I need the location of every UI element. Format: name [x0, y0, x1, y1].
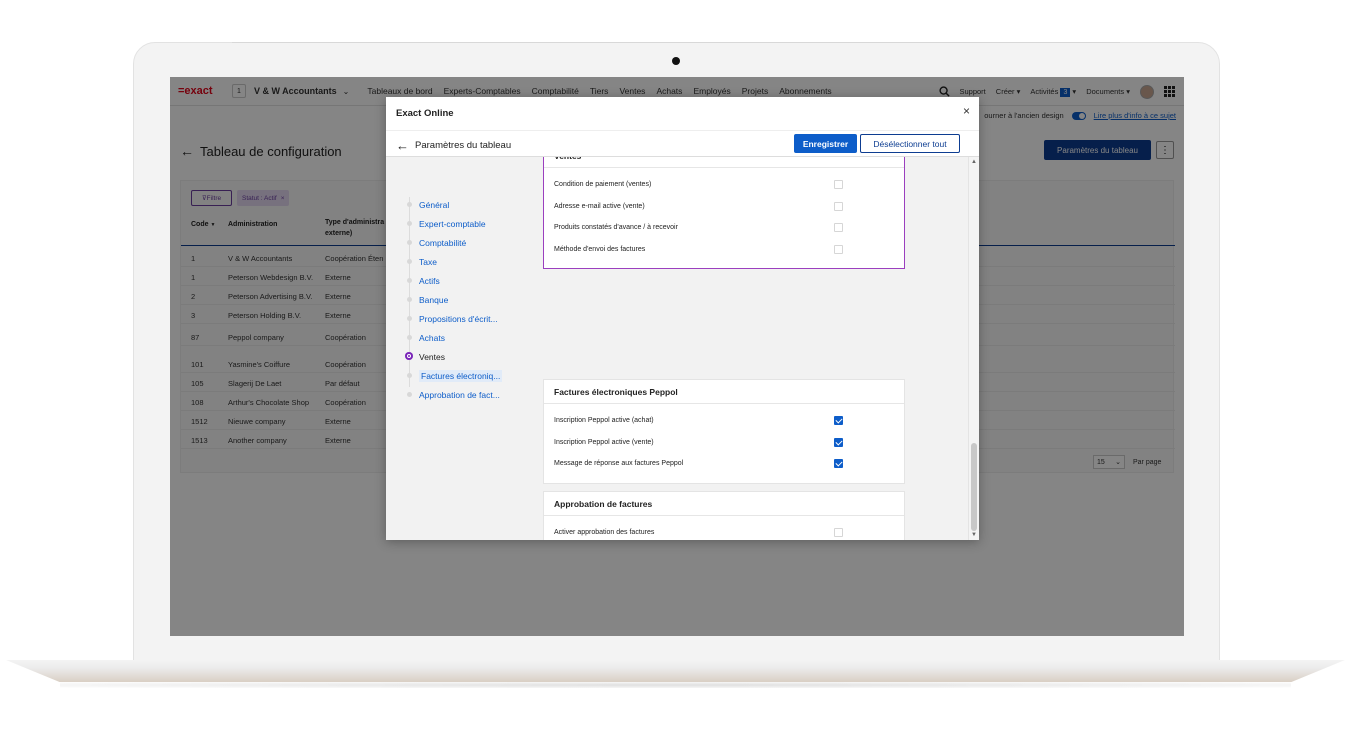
settings-section-card: Ventes Condition de paiement (ventes) Adre… [543, 157, 905, 269]
setting-label: Produits constatés d'avance / à recevoir [554, 224, 678, 232]
section-title: Factures électroniques Peppol [544, 380, 904, 404]
section-title: Ventes [544, 157, 904, 168]
section-nav-label: Factures électroniq... [419, 369, 503, 382]
section-nav-label: Général [419, 199, 450, 210]
setting-row: Activer approbation des factures [544, 522, 904, 540]
laptop-shadow [60, 682, 1291, 688]
modal-subtitle-text: Paramètres du tableau [415, 140, 512, 151]
modal-title: Exact Online [396, 108, 454, 119]
deselect-all-button[interactable]: Désélectionner tout [860, 134, 960, 153]
section-nav-item[interactable]: Approbation de fact... [407, 385, 518, 404]
setting-checkbox[interactable] [834, 244, 843, 254]
section-nav: Général Expert-comptable Comptabilité Taxe A… [405, 195, 518, 404]
modal-subtitle: ← Paramètres du tableau [396, 138, 511, 153]
scroll-down-arrow-icon[interactable]: ▼ [971, 532, 977, 538]
section-nav-item[interactable]: Factures électroniq... [407, 366, 518, 385]
setting-label: Méthode d'envoi des factures [554, 245, 646, 253]
section-nav-item[interactable]: Général [407, 195, 518, 214]
section-nav-label: Expert-comptable [419, 218, 486, 229]
section-nav-label: Actifs [419, 275, 440, 286]
setting-row: Message de réponse aux factures Peppol [544, 453, 904, 475]
section-nav-label: Propositions d'écrit... [419, 313, 498, 324]
section-nav-label: Taxe [419, 256, 437, 267]
settings-section-card: Approbation de factures Activer approbati… [543, 491, 905, 540]
section-nav-item[interactable]: Comptabilité [407, 233, 518, 252]
section-nav-label: Banque [419, 294, 449, 305]
section-nav-item[interactable]: Expert-comptable [407, 214, 518, 233]
setting-checkbox[interactable] [834, 223, 843, 232]
section-nav-item[interactable]: Banque [407, 290, 518, 309]
setting-checkbox[interactable] [834, 528, 843, 537]
setting-row: Méthode d'envoi des factures [544, 239, 904, 261]
arrow-left-icon[interactable]: ← [396, 138, 409, 153]
setting-row: Inscription Peppol active (vente) [544, 432, 904, 454]
setting-label: Inscription Peppol active (vente) [554, 438, 654, 446]
section-nav-label: Comptabilité [419, 237, 467, 248]
laptop-base [6, 660, 1345, 682]
save-button[interactable]: Enregistrer [794, 134, 857, 153]
setting-row: Condition de paiement (ventes) [544, 174, 904, 196]
modal-toolbar: ← Paramètres du tableau Enregistrer Désé… [386, 130, 979, 157]
section-nav-item[interactable]: Achats [407, 328, 518, 347]
setting-label: Message de réponse aux factures Peppol [554, 460, 684, 468]
setting-row: Adresse e-mail active (vente) [544, 196, 904, 218]
section-title: Approbation de factures [544, 492, 904, 516]
section-nav-item[interactable]: Propositions d'écrit... [407, 309, 518, 328]
modal-body: Général Expert-comptable Comptabilité Taxe A… [386, 157, 968, 540]
setting-checkbox[interactable] [834, 180, 843, 189]
settings-section-card: Factures électroniques Peppol Inscription… [543, 379, 905, 484]
setting-label: Adresse e-mail active (vente) [554, 202, 645, 210]
section-nav-item[interactable]: Ventes [405, 347, 518, 366]
section-nav-item[interactable]: Taxe [407, 252, 518, 271]
screen: =exact 1 V & W Accountants ⌄ Tableaux de… [170, 77, 1184, 636]
camera-dot [672, 57, 680, 65]
setting-checkbox[interactable] [834, 201, 843, 211]
scroll-up-arrow-icon[interactable]: ▲ [971, 159, 977, 165]
laptop-top-edge [232, 42, 1120, 43]
setting-label: Activer approbation des factures [554, 529, 655, 537]
section-nav-label: Ventes [419, 351, 445, 362]
settings-modal: Exact Online × ← Paramètres du tableau E… [386, 97, 979, 540]
section-nav-label: Achats [419, 332, 445, 343]
setting-label: Inscription Peppol active (achat) [554, 417, 654, 425]
setting-checkbox[interactable] [834, 459, 843, 468]
scroll-thumb[interactable] [971, 443, 977, 531]
setting-row: Produits constatés d'avance / à recevoir [544, 217, 904, 239]
section-nav-label: Approbation de fact... [419, 389, 500, 400]
setting-checkbox[interactable] [834, 437, 843, 447]
close-icon[interactable]: × [963, 104, 970, 118]
setting-label: Condition de paiement (ventes) [554, 181, 652, 189]
section-nav-item[interactable]: Actifs [407, 271, 518, 290]
setting-row: Inscription Peppol active (achat) [544, 410, 904, 432]
modal-scrollbar[interactable]: ▲ ▼ [968, 157, 979, 540]
setting-checkbox[interactable] [834, 416, 843, 425]
